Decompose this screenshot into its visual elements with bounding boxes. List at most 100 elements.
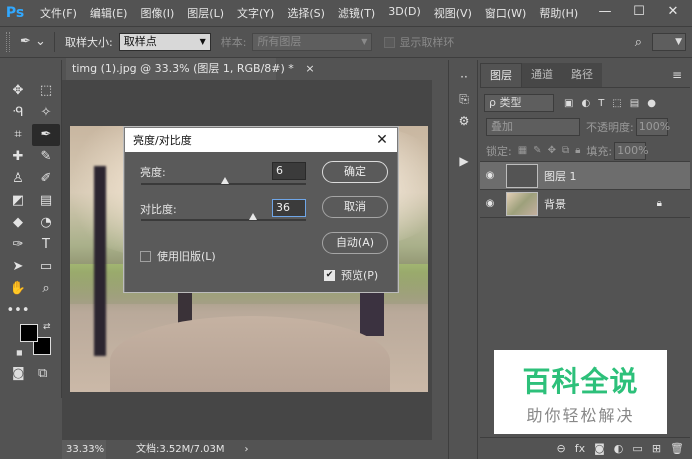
maximize-button[interactable]: ☐ [626,3,652,21]
history-brush-tool-icon[interactable]: ✐ [32,168,60,190]
lasso-tool-icon[interactable]: ᑴ [4,102,32,124]
new-layer-icon[interactable]: ⊞ [652,442,661,455]
shape-tool-icon[interactable]: ▭ [32,256,60,278]
gradient-tool-icon[interactable]: ▤ [32,190,60,212]
tab-layers[interactable]: 图层 [480,63,522,87]
sample-select[interactable]: 所有图层 ▼ [252,33,373,51]
menu-filter[interactable]: 滤镜(T) [338,5,375,21]
zoom-level[interactable]: 33.33% [62,440,106,459]
sample-size-select[interactable]: 取样点 ▼ [118,33,211,51]
lock-pixels-icon[interactable]: ✎ [533,145,541,156]
panel-grip-icon[interactable]: ·· [449,66,479,88]
filter-toggle-icon[interactable]: ● [647,98,656,109]
adjustment-icon[interactable]: ◐ [614,442,624,455]
more-tools-icon[interactable]: ••• [4,300,32,322]
quick-mask-icon[interactable]: ◙ [12,366,25,381]
layer-row[interactable]: ◉ 图层 1 [480,162,690,190]
healing-brush-tool-icon[interactable]: ✚ [4,146,32,168]
preview-checkbox[interactable]: ✔ 预览(P) [324,267,378,283]
dodge-tool-icon[interactable]: ◔ [32,212,60,234]
contrast-slider-thumb[interactable] [249,213,258,220]
show-ring-checkbox[interactable]: 显示取样环 [384,34,454,50]
pen-tool-icon[interactable]: ✑ [4,234,32,256]
screen-mode-icon[interactable]: ⧉ [38,366,47,381]
visibility-eye-icon[interactable]: ◉ [480,170,500,181]
menu-edit[interactable]: 编辑(E) [90,5,128,21]
path-selection-tool-icon[interactable]: ➤ [4,256,32,278]
menu-view[interactable]: 视图(V) [434,5,472,21]
search-icon[interactable]: ⌕ [635,35,642,50]
trash-icon[interactable]: 🗑︎ [670,442,684,455]
brightness-input[interactable]: 6 [272,162,306,180]
menu-layer[interactable]: 图层(L) [187,5,224,21]
type-tool-icon[interactable]: T [32,234,60,256]
minimize-button[interactable]: — [592,3,618,21]
filter-pixel-icon[interactable]: ▣ [564,98,573,109]
zoom-tool-icon[interactable]: ⌕ [32,278,60,300]
close-tab-icon[interactable]: × [305,62,314,75]
hand-tool-icon[interactable]: ✋ [4,278,32,300]
crop-tool-icon[interactable]: ⌗ [4,124,32,146]
actions-play-icon[interactable]: ▶ [449,150,479,172]
fill-input[interactable]: 100% [614,141,649,160]
blend-mode-select[interactable]: 叠加 [486,118,580,136]
layer-row[interactable]: ◉ 背景 🔒︎ [480,190,690,218]
filter-type-icon[interactable]: T [598,98,604,109]
filter-shape-icon[interactable]: ⬚ [612,98,621,109]
tab-paths[interactable]: 路径 [562,63,602,87]
menu-select[interactable]: 选择(S) [287,5,325,21]
eyedropper-tool-icon[interactable]: ✒ [32,124,60,146]
tab-channels[interactable]: 通道 [522,63,562,87]
status-menu-arrow[interactable]: › [245,440,249,459]
menu-type[interactable]: 文字(Y) [237,5,274,21]
ok-button[interactable]: 确定 [322,161,388,183]
magic-wand-tool-icon[interactable]: ✧ [32,102,60,124]
dialog-close-button[interactable]: ✕ [367,132,397,148]
eyedropper-preset-icon[interactable]: ✒ ⌄ [20,32,48,52]
marquee-tool-icon[interactable]: ⬚ [32,80,60,102]
preview-label: 预览(P) [341,269,379,282]
menu-window[interactable]: 窗口(W) [485,5,526,21]
swap-colors-icon[interactable]: ⇄ [43,322,51,332]
menu-image[interactable]: 图像(I) [140,5,174,21]
contrast-input[interactable]: 36 [272,199,306,217]
contrast-slider[interactable] [141,219,306,221]
lock-all-icon[interactable]: 🔒︎ [575,145,580,156]
contrast-label: 对比度: [140,203,177,216]
link-icon[interactable]: ⊖ [557,442,566,455]
legacy-checkbox[interactable]: 使用旧版(L) [140,248,216,264]
visibility-eye-icon[interactable]: ◉ [480,198,500,209]
foreground-color-swatch[interactable] [20,324,38,342]
filter-smart-object-icon[interactable]: ▤ [630,98,639,109]
mask-icon[interactable]: ◙ [594,442,605,455]
menu-3d[interactable]: 3D(D) [388,5,421,21]
panel-menu-icon[interactable]: ≡ [672,68,682,82]
options-grip-icon[interactable] [6,32,10,52]
menu-file[interactable]: 文件(F) [40,5,77,21]
brightness-slider-thumb[interactable] [221,177,230,184]
lock-transparency-icon[interactable]: ▦ [518,145,527,156]
brush-tool-icon[interactable]: ✎ [32,146,60,168]
clone-stamp-tool-icon[interactable]: ♙ [4,168,32,190]
cancel-button[interactable]: 取消 [322,196,388,218]
move-tool-icon[interactable]: ✥ [4,80,32,102]
eraser-tool-icon[interactable]: ◩ [4,190,32,212]
blur-tool-icon[interactable]: ◆ [4,212,32,234]
history-panel-icon[interactable]: ⎘ [449,88,479,110]
filter-adjustment-icon[interactable]: ◐ [581,98,590,109]
opacity-input[interactable]: 100% [635,118,670,136]
workspace-select[interactable]: ▼ [652,33,686,51]
dialog-body: 亮度: 6 对比度: 36 使用旧版(L) 确定 取消 自动(A) ✔ 预览(P… [125,152,397,292]
fx-icon[interactable]: fx [575,442,585,455]
menu-help[interactable]: 帮助(H) [539,5,578,21]
auto-button[interactable]: 自动(A) [322,232,388,254]
layer-thumbnail [506,191,538,216]
layer-filter-select[interactable]: ρ 类型 [484,94,554,112]
default-colors-icon[interactable]: ◼ [16,348,23,357]
group-icon[interactable]: ▭ [632,442,642,455]
properties-panel-icon[interactable]: ⚙ [449,110,479,132]
document-tab[interactable]: timg (1).jpg @ 33.3% (图层 1, RGB/8#) * × [66,58,315,80]
lock-position-icon[interactable]: ✥ [548,145,556,156]
close-window-button[interactable]: ✕ [660,3,686,21]
lock-artboard-icon[interactable]: ⧉ [562,145,569,156]
